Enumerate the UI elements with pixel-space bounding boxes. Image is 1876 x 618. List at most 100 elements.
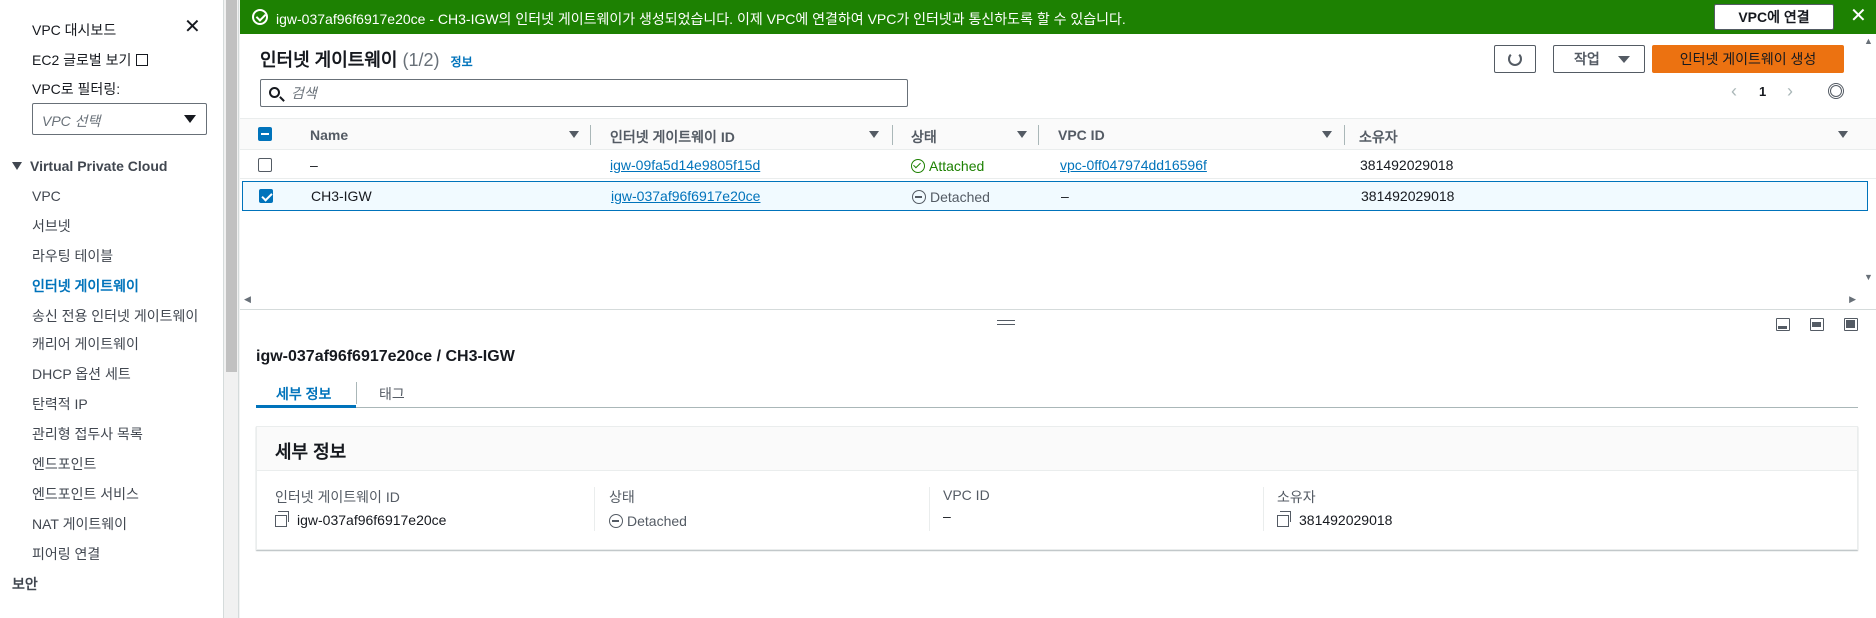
split-full-icon[interactable] [1844, 318, 1858, 331]
detail-panel: igw-037af96f6917e20ce / CH3-IGW 세부 정보 태그… [240, 336, 1876, 618]
tab-divider [356, 382, 357, 404]
refresh-button[interactable] [1494, 45, 1536, 73]
sidebar-item-prefix-lists[interactable]: 관리형 접두사 목록 [32, 424, 212, 444]
actions-label: 작업 [1574, 51, 1600, 67]
ec2-global-view-link[interactable]: EC2 글로벌 보기 [32, 50, 149, 70]
cell-owner: 381492029018 [1361, 188, 1455, 204]
col-name[interactable]: Name [310, 127, 348, 143]
copy-icon[interactable] [275, 511, 289, 527]
row-checkbox[interactable] [258, 158, 272, 172]
field-owner: 소유자 381492029018 [1277, 487, 1657, 528]
gear-icon[interactable] [1828, 83, 1844, 99]
cell-igw-id-link[interactable]: igw-037af96f6917e20ce [611, 188, 760, 204]
scrollbar-thumb[interactable] [226, 0, 237, 372]
caret-down-icon [1618, 56, 1630, 63]
col-vpc-id[interactable]: VPC ID [1058, 127, 1105, 143]
drag-handle-icon[interactable] [997, 320, 1015, 325]
state-value: Detached [627, 513, 687, 529]
sidebar-item-security[interactable]: 보안 [12, 574, 212, 594]
sidebar-item-subnets[interactable]: 서브넷 [32, 216, 212, 236]
page-title-text: 인터넷 게이트웨이 [260, 50, 398, 70]
divider [594, 487, 595, 531]
table-header: Name 인터넷 게이트웨이 ID 상태 VPC ID 소유자 [240, 118, 1876, 150]
ec2-global-view-label: EC2 글로벌 보기 [32, 52, 132, 68]
sidebar-item-peering[interactable]: 피어링 연결 [32, 544, 212, 564]
col-owner[interactable]: 소유자 [1359, 127, 1398, 147]
sidebar-item-egress-only-igw[interactable]: 송신 전용 인터넷 게이트웨이 [32, 306, 212, 326]
external-link-icon [136, 54, 149, 66]
prev-page-icon[interactable]: ‹ [1731, 82, 1737, 100]
info-link[interactable]: 정보 [451, 55, 473, 69]
table-row-selected[interactable]: CH3-IGW igw-037af96f6917e20ce Detached –… [242, 181, 1868, 211]
split-bottom-half-icon[interactable] [1810, 318, 1824, 331]
cell-igw-id-link[interactable]: igw-09fa5d14e9805f15d [610, 157, 760, 173]
sort-icon[interactable] [1322, 131, 1332, 138]
flash-message: igw-037af96f6917e20ce - CH3-IGW의 인터넷 게이트… [276, 11, 1126, 27]
page-number[interactable]: 1 [1759, 84, 1766, 99]
row-checkbox[interactable] [259, 189, 273, 203]
sidebar-nav: VPC 서브넷 라우팅 테이블 인터넷 게이트웨이 송신 전용 인터넷 게이트웨… [12, 186, 212, 604]
column-divider[interactable] [1344, 125, 1345, 145]
field-value: 381492029018 [1277, 511, 1657, 528]
vpc-filter-select[interactable]: VPC 선택 [32, 103, 207, 135]
sidebar-item-endpoint-services[interactable]: 엔드포인트 서비스 [32, 484, 212, 504]
sidebar-item-vpc[interactable]: VPC [32, 186, 212, 206]
sidebar-item-route-tables[interactable]: 라우팅 테이블 [32, 246, 212, 266]
refresh-icon [1508, 52, 1522, 66]
sidebar-item-nat-gateways[interactable]: NAT 게이트웨이 [32, 514, 212, 534]
scroll-up-arrow-icon[interactable]: ▲ [1864, 36, 1873, 46]
tab-details[interactable]: 세부 정보 [276, 384, 331, 404]
scroll-right-arrow-icon[interactable]: ▶ [1849, 294, 1856, 305]
column-divider[interactable] [892, 125, 893, 145]
sidebar-dashboard-link[interactable]: VPC 대시보드 [32, 20, 116, 40]
col-igw-id[interactable]: 인터넷 게이트웨이 ID [610, 127, 735, 147]
field-vpc-id: VPC ID – [943, 487, 1323, 524]
minus-circle-icon [912, 190, 926, 204]
close-icon[interactable]: ✕ [184, 17, 201, 37]
table-row[interactable]: – igw-09fa5d14e9805f15d Attached vpc-0ff… [240, 151, 1876, 179]
cell-vpc-id-link[interactable]: vpc-0ff047974dd16596f [1060, 157, 1207, 173]
sidebar-section-vpc[interactable]: Virtual Private Cloud [12, 158, 167, 174]
scroll-down-arrow-icon[interactable]: ▼ [1864, 272, 1873, 282]
owner-value: 381492029018 [1299, 512, 1393, 528]
sidebar-scrollbar[interactable] [224, 0, 239, 618]
igw-table-panel: 인터넷 게이트웨이 (1/2) 정보 작업 인터넷 게이트웨이 생성 ‹ 1 ›… [240, 34, 1876, 310]
sidebar-item-dhcp-options[interactable]: DHCP 옵션 세트 [32, 364, 212, 384]
create-igw-button[interactable]: 인터넷 게이트웨이 생성 [1652, 45, 1844, 73]
split-panel-handle [240, 310, 1876, 336]
scroll-left-arrow-icon[interactable]: ◀ [244, 294, 251, 305]
close-icon[interactable]: ✕ [1850, 6, 1867, 26]
next-page-icon[interactable]: › [1787, 82, 1793, 100]
sidebar-item-carrier-gateways[interactable]: 캐리어 게이트웨이 [32, 334, 212, 354]
sort-icon[interactable] [569, 131, 579, 138]
card-title: 세부 정보 [275, 442, 347, 462]
state-text: Attached [929, 158, 985, 174]
state-text: Detached [930, 189, 990, 205]
sidebar-item-elastic-ip[interactable]: 탄력적 IP [32, 394, 212, 414]
vpc-console: VPC 대시보드 ✕ EC2 글로벌 보기 VPC로 필터링: VPC 선택 V… [0, 0, 1876, 618]
copy-icon[interactable] [1277, 511, 1291, 527]
sort-icon[interactable] [1838, 131, 1848, 138]
column-divider[interactable] [590, 125, 591, 145]
detail-tabs: 세부 정보 태그 [256, 376, 1858, 408]
sort-icon[interactable] [869, 131, 879, 138]
sidebar-item-internet-gateways[interactable]: 인터넷 게이트웨이 [32, 276, 212, 296]
actions-dropdown[interactable]: 작업 [1553, 45, 1645, 73]
horizontal-scrollbar[interactable]: ◀ ▶ [240, 292, 1876, 306]
sort-icon[interactable] [1017, 131, 1027, 138]
success-flash-banner: igw-037af96f6917e20ce - CH3-IGW의 인터넷 게이트… [240, 0, 1876, 34]
field-state: 상태 Detached [609, 487, 989, 529]
sidebar-item-endpoints[interactable]: 엔드포인트 [32, 454, 212, 474]
attach-to-vpc-button[interactable]: VPC에 연결 [1714, 4, 1834, 30]
field-value: – [943, 508, 951, 524]
col-state[interactable]: 상태 [911, 127, 937, 147]
search-input[interactable] [291, 84, 891, 102]
vpc-filter-label: VPC로 필터링: [32, 81, 121, 97]
tab-tags[interactable]: 태그 [379, 384, 405, 404]
select-all-checkbox[interactable] [258, 127, 272, 141]
column-divider[interactable] [1038, 125, 1039, 145]
field-value: Detached [609, 512, 989, 529]
cell-owner: 381492029018 [1360, 157, 1454, 173]
sidebar: VPC 대시보드 ✕ EC2 글로벌 보기 VPC로 필터링: VPC 선택 V… [0, 0, 224, 618]
split-bottom-small-icon[interactable] [1776, 318, 1790, 331]
